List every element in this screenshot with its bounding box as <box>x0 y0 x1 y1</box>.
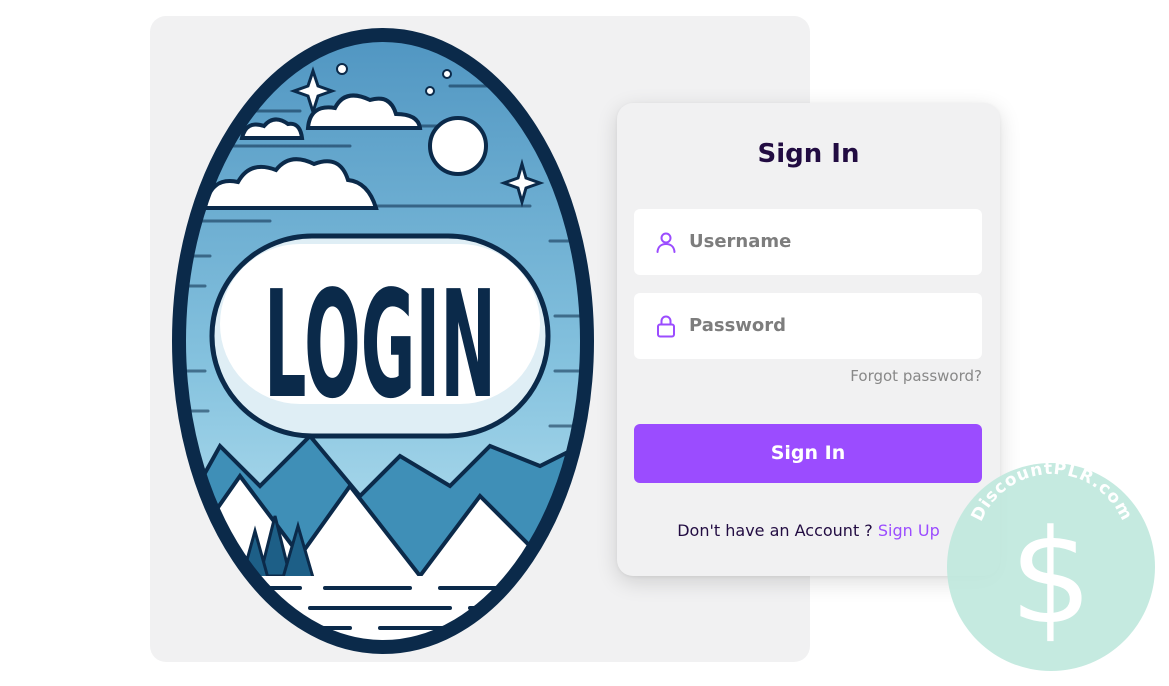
signin-button[interactable]: Sign In <box>634 424 982 483</box>
password-field[interactable]: Password <box>634 293 982 359</box>
forgot-password-link[interactable]: Forgot password? <box>850 367 982 385</box>
signup-link[interactable]: Sign Up <box>878 521 940 540</box>
dollar-icon: $ <box>1010 501 1093 653</box>
user-icon <box>656 232 676 253</box>
lock-icon <box>657 315 675 338</box>
username-placeholder: Username <box>689 231 792 252</box>
signup-row: Don't have an Account ? Sign Up <box>617 521 1000 540</box>
signin-card: Sign In Username Password Forgot passwor… <box>617 103 1000 576</box>
username-field[interactable]: Username <box>634 209 982 275</box>
login-sign-text: LOGIN <box>264 259 496 431</box>
signin-title: Sign In <box>757 139 860 169</box>
watermark-logo: DiscountPLR.com $ <box>947 462 1155 671</box>
password-placeholder: Password <box>689 315 787 336</box>
no-account-text: Don't have an Account ? <box>677 521 873 540</box>
